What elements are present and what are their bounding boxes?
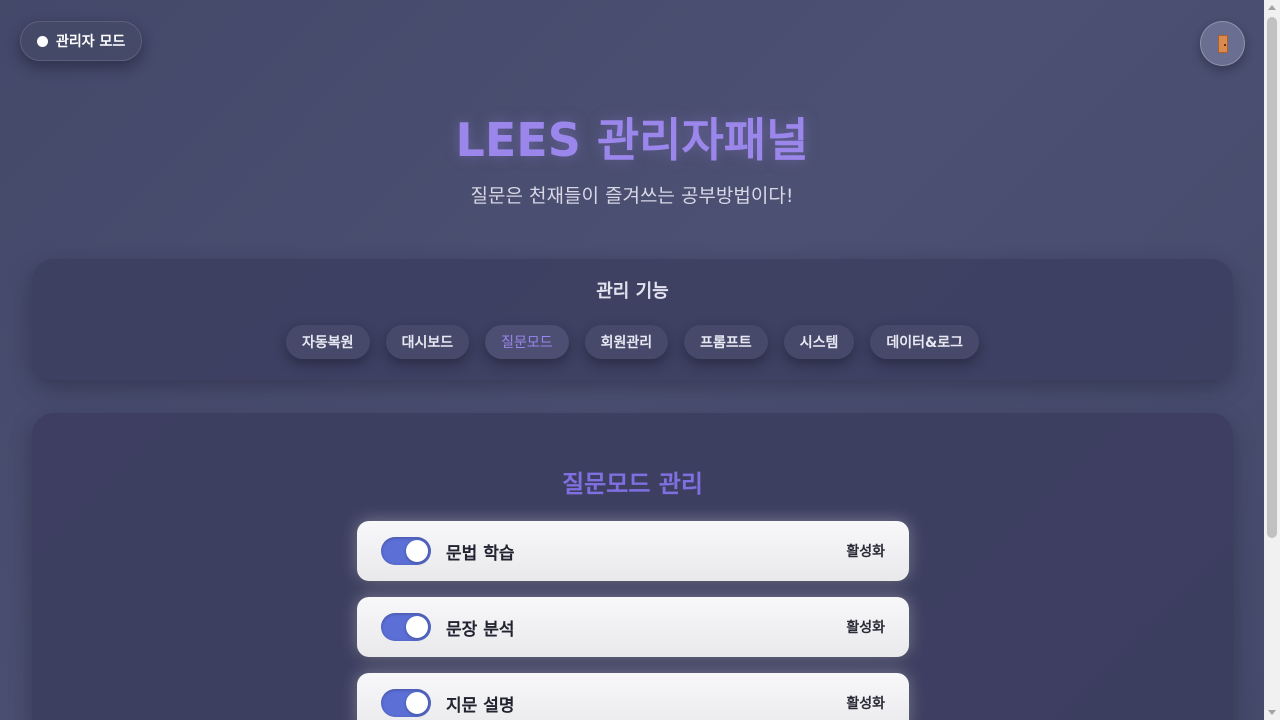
vertical-scrollbar[interactable] — [1264, 0, 1280, 720]
mode-card-grammar: 문법 학습 활성화 — [357, 521, 909, 581]
mode-label: 문장 분석 — [446, 620, 515, 640]
admin-mode-label: 관리자 모드 — [56, 34, 126, 50]
scroll-up-arrow-icon[interactable] — [1268, 5, 1276, 10]
admin-page: 관리자 모드 LEES 관리자패널 질문은 천재들이 즐겨쓰는 공부방법이다! … — [0, 0, 1264, 720]
tab-auto-restore[interactable]: 자동복원 — [286, 325, 370, 359]
status-dot-icon — [37, 35, 48, 47]
scroll-down-arrow-icon[interactable] — [1268, 710, 1276, 715]
tab-dashboard[interactable]: 대시보드 — [385, 325, 470, 359]
mode-card-sentence-analysis: 문장 분석 활성화 — [357, 597, 909, 657]
admin-mode-badge[interactable]: 관리자 모드 — [20, 21, 142, 61]
mode-status: 활성화 — [846, 696, 885, 712]
question-mode-panel: 질문모드 관리 문법 학습 활성화 문장 분석 활성화 지문 설명 활성화 — [32, 413, 1233, 720]
function-panel-title: 관리 기능 — [596, 281, 669, 302]
mode-label: 문법 학습 — [446, 544, 515, 564]
tab-system[interactable]: 시스템 — [783, 325, 855, 359]
mode-label: 지문 설명 — [446, 696, 515, 716]
section-title: 질문모드 관리 — [562, 470, 703, 498]
toggle-knob — [406, 616, 428, 638]
tab-data-log[interactable]: 데이터&로그 — [870, 325, 979, 359]
passage-explanation-toggle[interactable] — [381, 689, 431, 717]
mode-card-passage-explanation: 지문 설명 활성화 — [357, 673, 909, 720]
tab-question-mode[interactable]: 질문모드 — [485, 325, 569, 359]
door-icon — [1217, 34, 1228, 53]
scroll-thumb[interactable] — [1267, 17, 1277, 538]
logout-button[interactable] — [1200, 21, 1245, 66]
grammar-toggle[interactable] — [381, 537, 431, 565]
sentence-analysis-toggle[interactable] — [381, 613, 431, 641]
page-title: LEES 관리자패널 — [455, 113, 809, 167]
mode-status: 활성화 — [846, 620, 885, 636]
mode-status: 활성화 — [846, 544, 885, 560]
function-panel: 관리 기능 자동복원 대시보드 질문모드 회원관리 프롬프트 시스템 데이터&로… — [32, 259, 1233, 380]
function-tabs: 자동복원 대시보드 질문모드 회원관리 프롬프트 시스템 데이터&로그 — [32, 325, 1233, 359]
toggle-knob — [406, 692, 428, 714]
toggle-knob — [406, 540, 428, 562]
page-subtitle: 질문은 천재들이 즐겨쓰는 공부방법이다! — [470, 185, 794, 207]
tab-member-management[interactable]: 회원관리 — [584, 325, 669, 359]
tab-prompt[interactable]: 프롬프트 — [684, 325, 768, 359]
